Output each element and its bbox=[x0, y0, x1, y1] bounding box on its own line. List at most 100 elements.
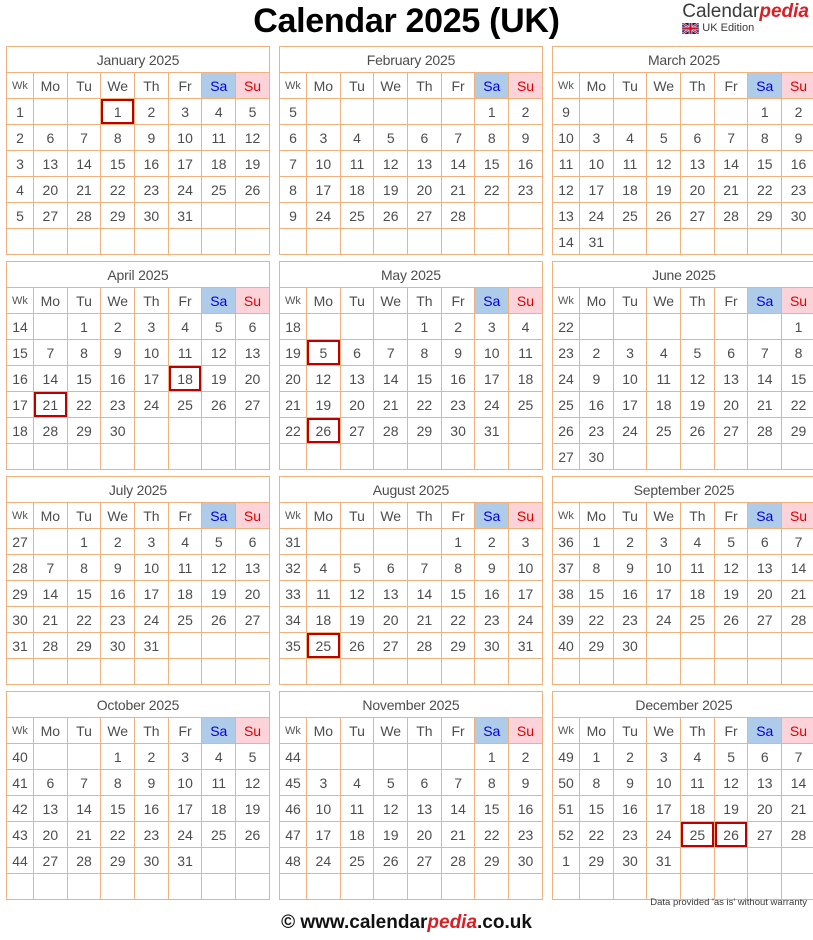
day-cell[interactable]: 31 bbox=[509, 633, 543, 659]
day-cell[interactable]: 11 bbox=[647, 366, 681, 392]
day-cell[interactable]: 8 bbox=[441, 555, 475, 581]
day-cell[interactable]: 7 bbox=[782, 529, 813, 555]
day-cell[interactable]: 1 bbox=[67, 314, 101, 340]
day-cell[interactable]: 22 bbox=[580, 822, 614, 848]
day-cell[interactable]: 25 bbox=[681, 822, 715, 848]
day-cell[interactable]: 25 bbox=[202, 177, 236, 203]
day-cell[interactable]: 25 bbox=[340, 848, 374, 874]
day-cell[interactable]: 14 bbox=[441, 151, 475, 177]
day-cell[interactable]: 15 bbox=[475, 151, 509, 177]
day-cell[interactable]: 15 bbox=[475, 796, 509, 822]
day-cell[interactable]: 2 bbox=[580, 340, 614, 366]
day-cell[interactable]: 29 bbox=[101, 203, 135, 229]
day-cell[interactable]: 19 bbox=[202, 581, 236, 607]
day-cell[interactable]: 26 bbox=[340, 633, 374, 659]
day-cell[interactable]: 26 bbox=[236, 177, 270, 203]
day-cell[interactable]: 17 bbox=[168, 151, 202, 177]
day-cell[interactable]: 1 bbox=[475, 99, 509, 125]
day-cell[interactable]: 13 bbox=[408, 796, 442, 822]
day-cell[interactable]: 18 bbox=[509, 366, 543, 392]
day-cell[interactable]: 8 bbox=[408, 340, 442, 366]
day-cell[interactable]: 18 bbox=[613, 177, 647, 203]
day-cell[interactable]: 4 bbox=[307, 555, 341, 581]
day-cell[interactable]: 25 bbox=[613, 203, 647, 229]
day-cell[interactable]: 6 bbox=[34, 125, 68, 151]
day-cell[interactable]: 18 bbox=[168, 581, 202, 607]
day-cell[interactable]: 7 bbox=[34, 555, 68, 581]
day-cell[interactable]: 2 bbox=[509, 744, 543, 770]
day-cell[interactable]: 30 bbox=[475, 633, 509, 659]
day-cell[interactable]: 5 bbox=[374, 125, 408, 151]
day-cell[interactable]: 13 bbox=[236, 340, 270, 366]
day-cell[interactable]: 28 bbox=[34, 418, 68, 444]
day-cell[interactable]: 24 bbox=[647, 822, 681, 848]
day-cell[interactable]: 22 bbox=[748, 177, 782, 203]
day-cell[interactable]: 9 bbox=[441, 340, 475, 366]
day-cell[interactable]: 23 bbox=[580, 418, 614, 444]
day-cell[interactable]: 6 bbox=[236, 529, 270, 555]
day-cell[interactable]: 30 bbox=[782, 203, 813, 229]
day-cell[interactable]: 13 bbox=[408, 151, 442, 177]
day-cell[interactable]: 4 bbox=[340, 770, 374, 796]
day-cell[interactable]: 30 bbox=[509, 848, 543, 874]
day-cell[interactable]: 24 bbox=[580, 203, 614, 229]
day-cell[interactable]: 15 bbox=[67, 366, 101, 392]
day-cell[interactable]: 14 bbox=[67, 151, 101, 177]
day-cell[interactable]: 14 bbox=[34, 581, 68, 607]
day-cell[interactable]: 17 bbox=[475, 366, 509, 392]
day-cell[interactable]: 19 bbox=[340, 607, 374, 633]
day-cell[interactable]: 19 bbox=[236, 796, 270, 822]
day-cell[interactable]: 20 bbox=[748, 796, 782, 822]
day-cell[interactable]: 1 bbox=[782, 314, 813, 340]
day-cell[interactable]: 20 bbox=[748, 581, 782, 607]
day-cell[interactable]: 2 bbox=[782, 99, 813, 125]
day-cell[interactable]: 10 bbox=[168, 770, 202, 796]
day-cell[interactable]: 21 bbox=[34, 607, 68, 633]
day-cell[interactable]: 7 bbox=[748, 340, 782, 366]
day-cell[interactable]: 2 bbox=[441, 314, 475, 340]
day-cell[interactable]: 22 bbox=[67, 607, 101, 633]
day-cell[interactable]: 7 bbox=[441, 125, 475, 151]
day-cell[interactable]: 11 bbox=[307, 581, 341, 607]
day-cell[interactable]: 28 bbox=[748, 418, 782, 444]
day-cell[interactable]: 3 bbox=[135, 314, 169, 340]
day-cell[interactable]: 1 bbox=[67, 529, 101, 555]
day-cell[interactable]: 11 bbox=[202, 125, 236, 151]
day-cell[interactable]: 21 bbox=[374, 392, 408, 418]
day-cell[interactable]: 19 bbox=[236, 151, 270, 177]
day-cell[interactable]: 4 bbox=[681, 744, 715, 770]
day-cell[interactable]: 1 bbox=[475, 744, 509, 770]
day-cell[interactable]: 16 bbox=[782, 151, 813, 177]
day-cell[interactable]: 12 bbox=[307, 366, 341, 392]
day-cell[interactable]: 19 bbox=[374, 177, 408, 203]
day-cell[interactable]: 16 bbox=[101, 366, 135, 392]
day-cell[interactable]: 4 bbox=[168, 529, 202, 555]
day-cell[interactable]: 26 bbox=[647, 203, 681, 229]
day-cell[interactable]: 29 bbox=[748, 203, 782, 229]
day-cell[interactable]: 16 bbox=[613, 796, 647, 822]
day-cell[interactable]: 9 bbox=[135, 770, 169, 796]
day-cell[interactable]: 27 bbox=[340, 418, 374, 444]
day-cell[interactable]: 28 bbox=[67, 848, 101, 874]
day-cell[interactable]: 11 bbox=[168, 340, 202, 366]
day-cell[interactable]: 12 bbox=[202, 340, 236, 366]
day-cell[interactable]: 14 bbox=[748, 366, 782, 392]
day-cell[interactable]: 5 bbox=[340, 555, 374, 581]
day-cell[interactable]: 10 bbox=[168, 125, 202, 151]
day-cell[interactable]: 3 bbox=[168, 744, 202, 770]
day-cell[interactable]: 9 bbox=[135, 125, 169, 151]
day-cell[interactable]: 6 bbox=[714, 340, 748, 366]
day-cell[interactable]: 28 bbox=[67, 203, 101, 229]
day-cell[interactable]: 17 bbox=[647, 796, 681, 822]
day-cell[interactable]: 23 bbox=[509, 822, 543, 848]
day-cell[interactable]: 4 bbox=[613, 125, 647, 151]
day-cell[interactable]: 13 bbox=[681, 151, 715, 177]
day-cell[interactable]: 3 bbox=[647, 744, 681, 770]
day-cell[interactable]: 13 bbox=[374, 581, 408, 607]
day-cell[interactable]: 3 bbox=[307, 125, 341, 151]
day-cell[interactable]: 31 bbox=[168, 203, 202, 229]
day-cell[interactable]: 22 bbox=[408, 392, 442, 418]
day-cell[interactable]: 24 bbox=[509, 607, 543, 633]
day-cell[interactable]: 26 bbox=[202, 392, 236, 418]
day-cell[interactable]: 27 bbox=[714, 418, 748, 444]
